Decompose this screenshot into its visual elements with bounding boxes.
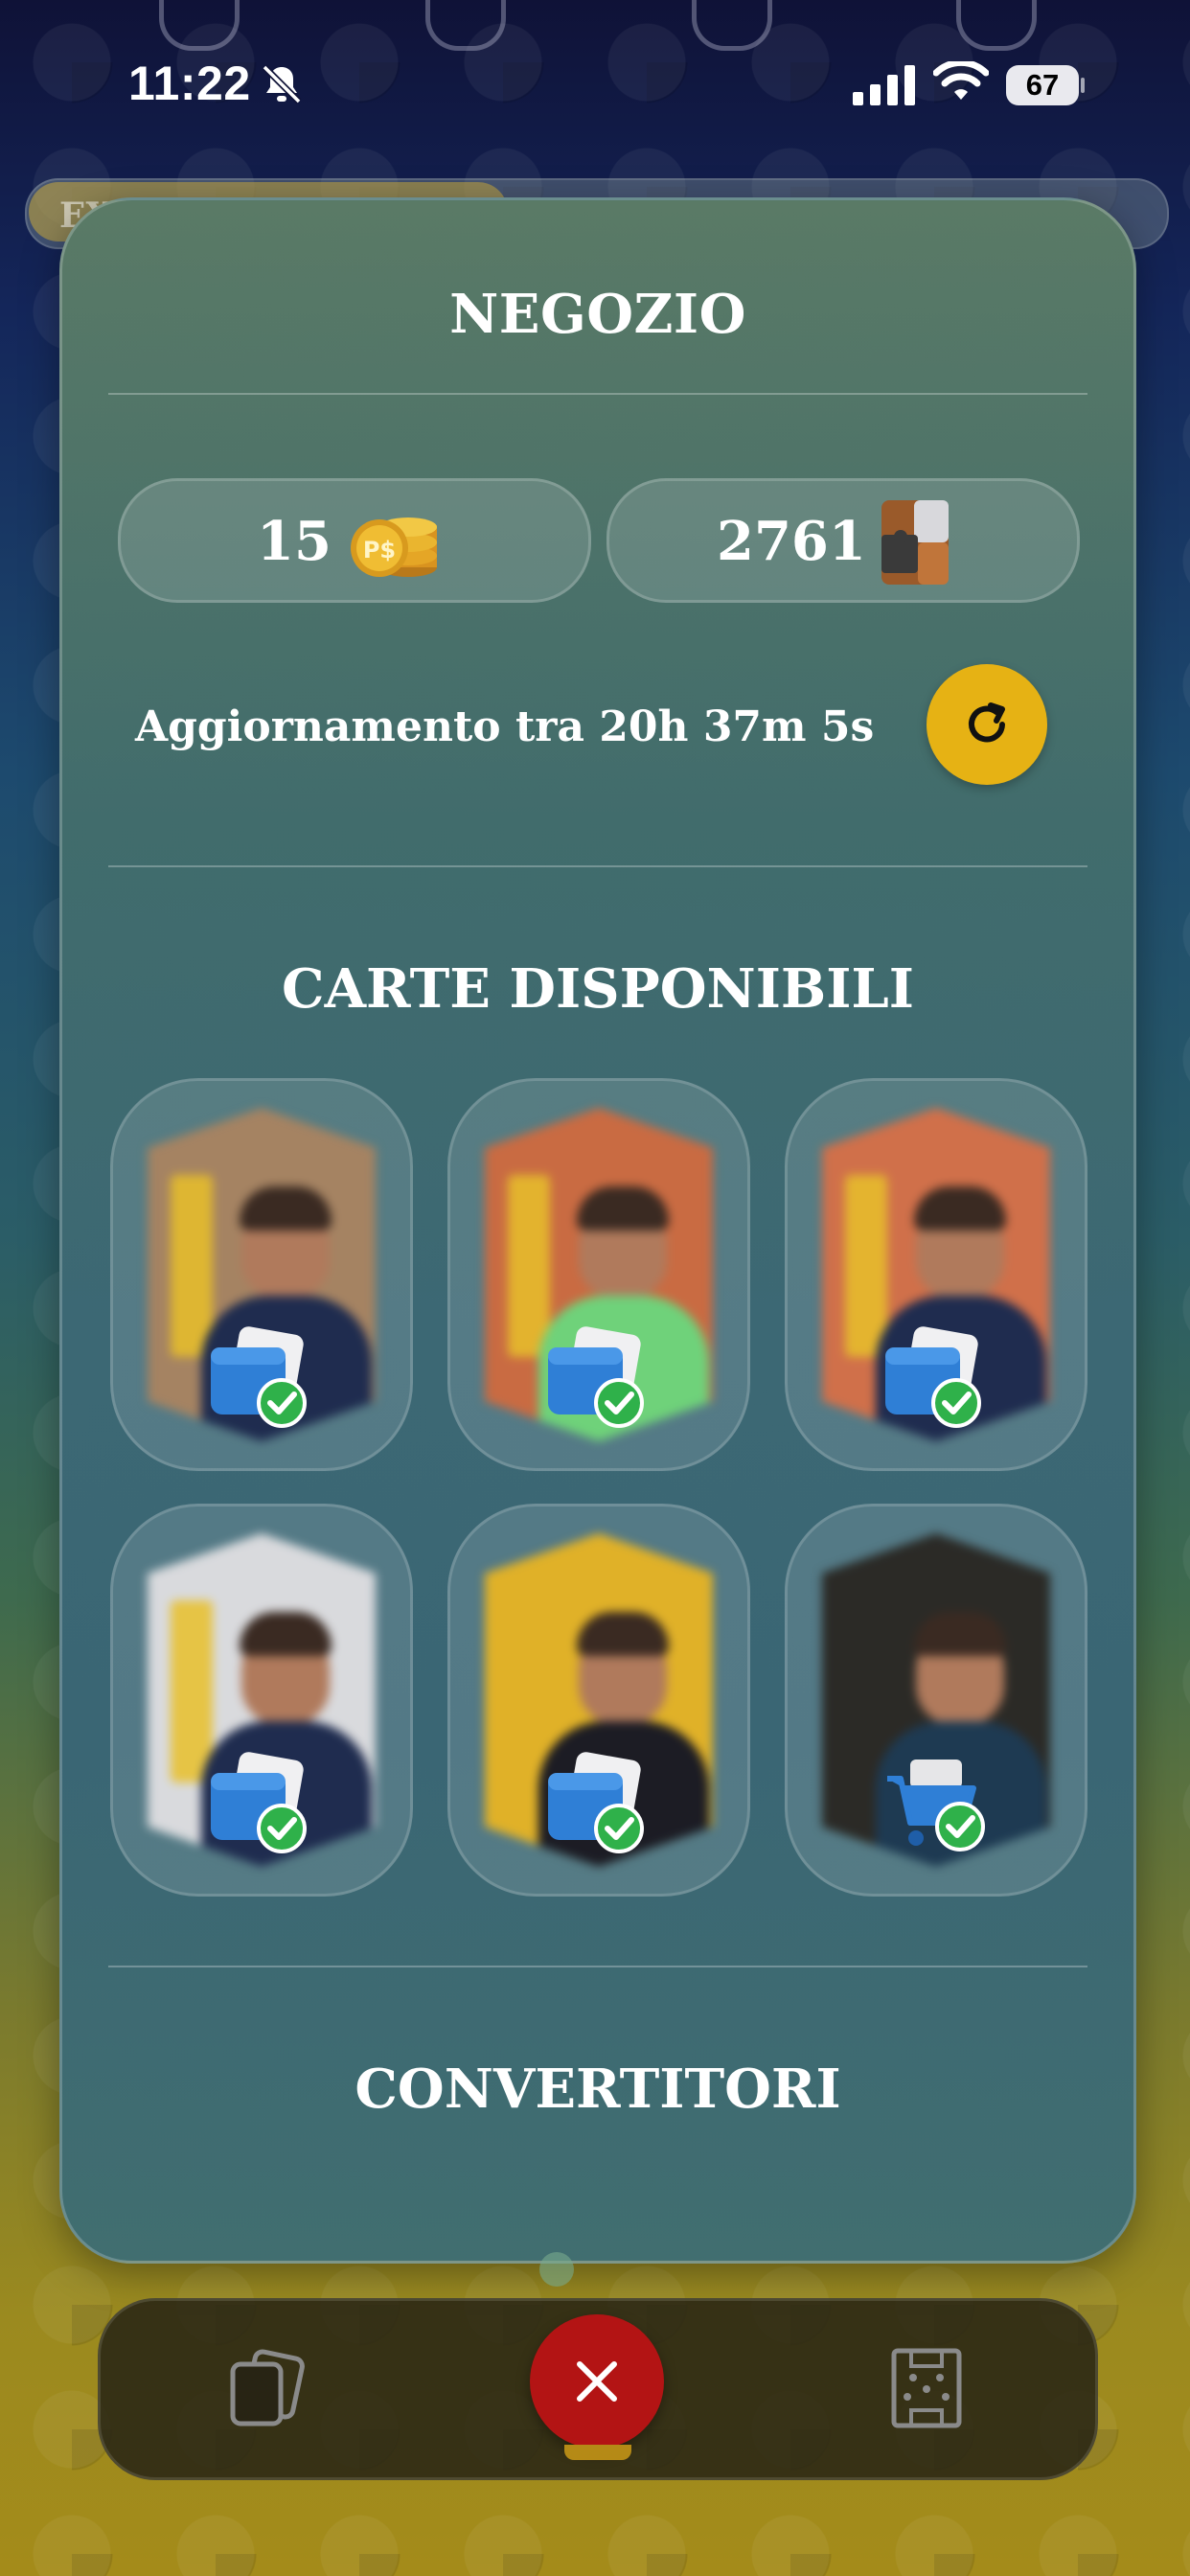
divider (108, 1966, 1087, 1967)
puzzle-piece-icon (881, 500, 949, 585)
card-item[interactable] (785, 1504, 1087, 1897)
owned-collection-icon (548, 1752, 644, 1853)
wifi-icon (933, 61, 989, 100)
available-cards-title: CARTE DISPONIBILI (282, 957, 914, 1021)
status-bar: 11:22 67 (0, 0, 1190, 144)
card-item[interactable] (785, 1078, 1087, 1471)
card-item[interactable] (447, 1078, 750, 1471)
shop-modal: NEGOZIO 15 P$ 2761 Aggiornamento tra 20h… (59, 197, 1136, 2264)
status-time: 11:22 (128, 57, 251, 110)
divider (108, 865, 1087, 867)
card-item[interactable] (447, 1504, 750, 1897)
divider (108, 393, 1087, 395)
refresh-countdown: Aggiornamento tra 20h 37m 5s (135, 702, 875, 751)
puzzle-pieces-value: 2761 (717, 510, 866, 573)
converters-title: CONVERTITORI (355, 2058, 841, 2121)
cards-icon[interactable] (225, 2349, 306, 2427)
scroll-indicator (539, 2252, 574, 2287)
battery-icon: 67 (1006, 65, 1085, 105)
puzzle-pieces-balance: 2761 (606, 478, 1080, 603)
battery-level: 67 (1006, 65, 1079, 105)
bell-slash-icon (262, 64, 302, 104)
close-icon (577, 2361, 617, 2402)
modal-title: NEGOZIO (449, 283, 746, 346)
owned-collection-icon (211, 1752, 307, 1853)
field-icon[interactable] (888, 2345, 965, 2431)
card-item[interactable] (110, 1504, 413, 1897)
svg-text:P$: P$ (363, 537, 396, 564)
refresh-button[interactable] (927, 664, 1047, 785)
coins-balance: 15 P$ (118, 478, 591, 603)
refresh-icon (969, 702, 1005, 743)
owned-collection-icon (211, 1326, 307, 1428)
bottom-nav (98, 2298, 1098, 2480)
coin-icon: P$ (351, 518, 437, 577)
card-item[interactable] (110, 1078, 413, 1471)
coins-value: 15 (257, 510, 332, 573)
close-button[interactable] (530, 2314, 664, 2449)
owned-collection-icon (548, 1326, 644, 1428)
cellular-signal-icon (853, 65, 915, 105)
owned-collection-icon (885, 1326, 981, 1428)
cart-check-icon (887, 1760, 985, 1852)
